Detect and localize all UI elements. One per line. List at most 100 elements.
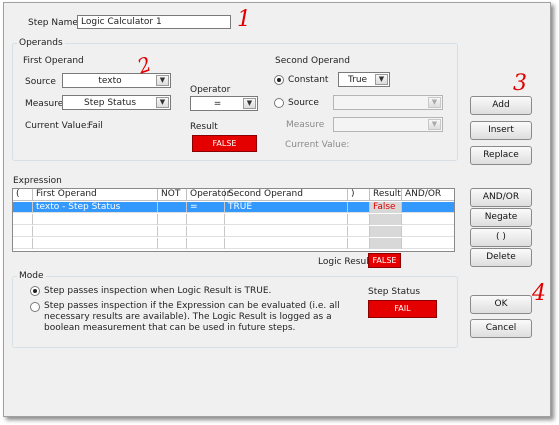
expression-title: Expression <box>13 176 62 186</box>
column-header[interactable]: ( <box>13 189 33 201</box>
table-cell <box>225 214 348 225</box>
table-cell <box>33 214 158 225</box>
table-cell: texto - Step Status <box>33 202 158 213</box>
column-header[interactable]: First Operand <box>33 189 158 201</box>
expression-table[interactable]: ( First Operand NOT Operator Second Oper… <box>12 188 455 252</box>
add-button[interactable]: Add <box>470 96 532 115</box>
first-operand-title: First Operand <box>23 56 84 66</box>
table-cell <box>348 214 370 225</box>
mode-option2-radio[interactable] <box>30 302 40 312</box>
ok-button[interactable]: OK <box>470 295 532 314</box>
column-header[interactable]: Second Operand <box>225 189 348 201</box>
chevron-down-icon[interactable]: ▼ <box>156 97 169 108</box>
table-row[interactable] <box>13 226 454 237</box>
first-measure-value: Step Status <box>83 98 137 108</box>
operator-label: Operator <box>190 85 231 95</box>
table-cell <box>348 202 370 213</box>
column-header[interactable]: AND/OR <box>402 189 453 201</box>
table-row[interactable] <box>13 214 454 225</box>
negate-button[interactable]: Negate <box>470 208 532 227</box>
table-cell <box>348 238 370 249</box>
result-cell: False <box>370 202 402 213</box>
table-cell <box>370 226 402 237</box>
logic-result-label: Logic Result <box>318 257 373 267</box>
column-header[interactable]: ) <box>348 189 370 201</box>
chevron-down-icon[interactable]: ▼ <box>375 74 388 85</box>
table-cell <box>225 226 348 237</box>
mode-option2-label: Step passes inspection if the Expression… <box>44 301 340 333</box>
mode-option1-label: Step passes inspection when Logic Result… <box>44 286 272 296</box>
table-cell <box>402 238 453 249</box>
second-source-label: Source <box>288 98 319 108</box>
current-value-label: Current Value: <box>25 121 90 131</box>
table-cell <box>33 238 158 249</box>
table-cell <box>13 202 33 213</box>
dialog-window: Step Name Logic Calculator 1 Operands Fi… <box>3 2 551 417</box>
table-cell: TRUE <box>225 202 348 213</box>
table-cell <box>187 226 225 237</box>
table-cell <box>370 238 402 249</box>
table-cell: = <box>187 202 225 213</box>
step-name-input[interactable]: Logic Calculator 1 <box>77 15 231 29</box>
table-cell <box>402 214 453 225</box>
source-radio[interactable] <box>274 98 284 108</box>
annotation-number-4: 4 <box>532 281 546 306</box>
operands-title: Operands <box>17 38 65 48</box>
replace-button[interactable]: Replace <box>470 146 532 165</box>
second-measure-select[interactable]: ▼ <box>333 117 443 132</box>
step-status-indicator: FAIL <box>368 300 437 318</box>
constant-label: Constant <box>288 75 329 85</box>
table-cell <box>348 226 370 237</box>
current-value: Fail <box>88 121 103 131</box>
table-cell <box>158 226 187 237</box>
column-header[interactable]: Result <box>370 189 402 201</box>
table-cell <box>158 238 187 249</box>
column-header[interactable]: Operator <box>187 189 230 201</box>
second-current-value-label: Current Value: <box>285 140 350 150</box>
table-row[interactable] <box>13 238 454 249</box>
table-cell <box>13 214 33 225</box>
result-label: Result <box>190 122 218 132</box>
table-cell <box>402 202 453 213</box>
measure-label: Measure <box>25 99 64 109</box>
delete-button[interactable]: Delete <box>470 248 532 267</box>
operator-select[interactable]: = ▼ <box>190 96 258 111</box>
result-indicator: FALSE <box>192 135 257 152</box>
table-cell <box>13 226 33 237</box>
second-measure-label: Measure <box>286 120 325 130</box>
table-cell <box>187 238 225 249</box>
table-cell <box>402 226 453 237</box>
table-cell <box>187 214 225 225</box>
mode-option1-radio[interactable] <box>30 286 40 296</box>
column-header[interactable]: NOT <box>158 189 187 201</box>
step-status-label: Step Status <box>368 287 421 297</box>
parentheses-button[interactable]: ( ) <box>470 228 532 247</box>
annotation-number-3: 3 <box>513 71 527 96</box>
cancel-button[interactable]: Cancel <box>470 319 532 338</box>
table-row[interactable]: texto - Step Status = TRUE False <box>13 202 454 213</box>
chevron-down-icon: ▼ <box>428 97 441 108</box>
table-cell <box>158 214 187 225</box>
source-label: Source <box>25 77 56 87</box>
first-source-select[interactable]: texto ▼ <box>62 73 171 88</box>
table-cell <box>225 238 348 249</box>
chevron-down-icon[interactable]: ▼ <box>156 75 169 86</box>
table-cell <box>13 238 33 249</box>
and-or-button[interactable]: AND/OR <box>470 188 532 207</box>
logic-result-indicator: FALSE <box>368 253 401 268</box>
first-measure-select[interactable]: Step Status ▼ <box>62 95 171 110</box>
insert-button[interactable]: Insert <box>470 121 532 140</box>
mode-title: Mode <box>17 271 46 281</box>
table-cell <box>158 202 187 213</box>
second-source-select[interactable]: ▼ <box>333 95 443 110</box>
second-operand-title: Second Operand <box>275 56 350 66</box>
constant-select[interactable]: True ▼ <box>338 72 390 87</box>
annotation-number-1: 1 <box>237 7 251 32</box>
expression-table-header: ( First Operand NOT Operator Second Oper… <box>13 189 454 201</box>
table-cell <box>33 226 158 237</box>
operator-value: = <box>213 99 222 109</box>
chevron-down-icon[interactable]: ▼ <box>243 98 256 109</box>
constant-value: True <box>347 75 368 85</box>
step-name-label: Step Name <box>28 18 78 28</box>
constant-radio[interactable] <box>274 75 284 85</box>
